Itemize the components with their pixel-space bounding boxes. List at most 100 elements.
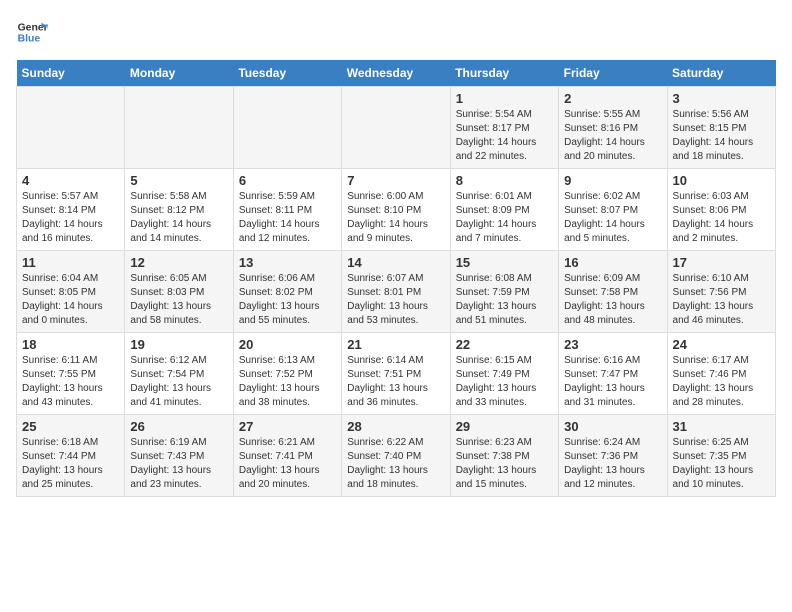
day-number: 5 <box>130 173 227 188</box>
calendar-cell: 19Sunrise: 6:12 AM Sunset: 7:54 PM Dayli… <box>125 333 233 415</box>
day-info: Sunrise: 6:00 AM Sunset: 8:10 PM Dayligh… <box>347 190 444 246</box>
calendar-cell: 1Sunrise: 5:54 AM Sunset: 8:17 PM Daylig… <box>450 87 558 169</box>
calendar-cell: 11Sunrise: 6:04 AM Sunset: 8:05 PM Dayli… <box>17 251 125 333</box>
day-number: 26 <box>130 419 227 434</box>
calendar-cell: 7Sunrise: 6:00 AM Sunset: 8:10 PM Daylig… <box>342 169 450 251</box>
day-number: 18 <box>22 337 119 352</box>
weekday-header-sunday: Sunday <box>17 60 125 87</box>
day-info: Sunrise: 6:19 AM Sunset: 7:43 PM Dayligh… <box>130 436 227 492</box>
day-number: 10 <box>673 173 770 188</box>
day-info: Sunrise: 6:09 AM Sunset: 7:58 PM Dayligh… <box>564 272 661 328</box>
calendar-cell: 2Sunrise: 5:55 AM Sunset: 8:16 PM Daylig… <box>559 87 667 169</box>
day-number: 8 <box>456 173 553 188</box>
day-info: Sunrise: 6:24 AM Sunset: 7:36 PM Dayligh… <box>564 436 661 492</box>
calendar-cell: 24 Sunrise: 6:17 AM Sunset: 7:46 PM Dayli… <box>667 333 775 415</box>
day-info: Sunrise: 5:58 AM Sunset: 8:12 PM Dayligh… <box>130 190 227 246</box>
calendar-cell: 17 Sunrise: 6:10 AM Sunset: 7:56 PM Dayli… <box>667 251 775 333</box>
day-number: 29 <box>456 419 553 434</box>
day-number: 21 <box>347 337 444 352</box>
day-info: Sunrise: 6:23 AM Sunset: 7:38 PM Dayligh… <box>456 436 553 492</box>
day-info: Sunrise: 5:55 AM Sunset: 8:16 PM Dayligh… <box>564 108 661 164</box>
day-info: Sunrise: 6:10 AM Sunset: 7:56 PM Dayligh… <box>673 272 770 328</box>
day-info: Sunrise: 6:05 AM Sunset: 8:03 PM Dayligh… <box>130 272 227 328</box>
calendar-cell: 15 Sunrise: 6:08 AM Sunset: 7:59 PM Dayli… <box>450 251 558 333</box>
day-info: Sunrise: 5:57 AM Sunset: 8:14 PM Dayligh… <box>22 190 119 246</box>
day-number: 30 <box>564 419 661 434</box>
calendar-cell: 31 Sunrise: 6:25 AM Sunset: 7:35 PM Dayli… <box>667 415 775 497</box>
calendar-cell: 5 Sunrise: 5:58 AM Sunset: 8:12 PM Daylig… <box>125 169 233 251</box>
calendar-cell <box>17 87 125 169</box>
calendar-cell <box>125 87 233 169</box>
logo: General Blue <box>16 16 52 48</box>
day-number: 23 <box>564 337 661 352</box>
day-info: Sunrise: 6:07 AM Sunset: 8:01 PM Dayligh… <box>347 272 444 328</box>
day-info: Sunrise: 5:56 AM Sunset: 8:15 PM Dayligh… <box>673 108 770 164</box>
calendar-cell: 16 Sunrise: 6:09 AM Sunset: 7:58 PM Dayli… <box>559 251 667 333</box>
day-number: 13 <box>239 255 336 270</box>
day-number: 22 <box>456 337 553 352</box>
day-number: 27 <box>239 419 336 434</box>
calendar-cell: 9Sunrise: 6:02 AM Sunset: 8:07 PM Daylig… <box>559 169 667 251</box>
day-number: 24 <box>673 337 770 352</box>
day-info: Sunrise: 5:54 AM Sunset: 8:17 PM Dayligh… <box>456 108 553 164</box>
day-info: Sunrise: 6:18 AM Sunset: 7:44 PM Dayligh… <box>22 436 119 492</box>
day-number: 31 <box>673 419 770 434</box>
calendar-table: SundayMondayTuesdayWednesdayThursdayFrid… <box>16 60 776 497</box>
calendar-cell: 22 Sunrise: 6:15 AM Sunset: 7:49 PM Dayli… <box>450 333 558 415</box>
calendar-cell: 27Sunrise: 6:21 AM Sunset: 7:41 PM Dayli… <box>233 415 341 497</box>
calendar-header: SundayMondayTuesdayWednesdayThursdayFrid… <box>17 60 776 87</box>
day-info: Sunrise: 5:59 AM Sunset: 8:11 PM Dayligh… <box>239 190 336 246</box>
day-info: Sunrise: 6:01 AM Sunset: 8:09 PM Dayligh… <box>456 190 553 246</box>
calendar-cell <box>342 87 450 169</box>
day-info: Sunrise: 6:16 AM Sunset: 7:47 PM Dayligh… <box>564 354 661 410</box>
calendar-body: 1Sunrise: 5:54 AM Sunset: 8:17 PM Daylig… <box>17 87 776 497</box>
logo-icon: General Blue <box>16 16 48 48</box>
day-number: 17 <box>673 255 770 270</box>
calendar-cell: 26 Sunrise: 6:19 AM Sunset: 7:43 PM Dayli… <box>125 415 233 497</box>
day-info: Sunrise: 6:11 AM Sunset: 7:55 PM Dayligh… <box>22 354 119 410</box>
day-info: Sunrise: 6:22 AM Sunset: 7:40 PM Dayligh… <box>347 436 444 492</box>
weekday-header-tuesday: Tuesday <box>233 60 341 87</box>
day-number: 4 <box>22 173 119 188</box>
weekday-header-friday: Friday <box>559 60 667 87</box>
day-info: Sunrise: 6:06 AM Sunset: 8:02 PM Dayligh… <box>239 272 336 328</box>
calendar-cell: 14 Sunrise: 6:07 AM Sunset: 8:01 PM Dayli… <box>342 251 450 333</box>
calendar-cell: 4 Sunrise: 5:57 AM Sunset: 8:14 PM Daylig… <box>17 169 125 251</box>
day-number: 14 <box>347 255 444 270</box>
day-number: 25 <box>22 419 119 434</box>
svg-text:Blue: Blue <box>18 34 41 45</box>
calendar-cell: 30 Sunrise: 6:24 AM Sunset: 7:36 PM Dayli… <box>559 415 667 497</box>
calendar-cell: 13 Sunrise: 6:06 AM Sunset: 8:02 PM Dayli… <box>233 251 341 333</box>
day-info: Sunrise: 6:15 AM Sunset: 7:49 PM Dayligh… <box>456 354 553 410</box>
day-number: 16 <box>564 255 661 270</box>
calendar-cell: 12 Sunrise: 6:05 AM Sunset: 8:03 PM Dayli… <box>125 251 233 333</box>
calendar-cell: 3 Sunrise: 5:56 AM Sunset: 8:15 PM Daylig… <box>667 87 775 169</box>
day-number: 28 <box>347 419 444 434</box>
day-info: Sunrise: 6:17 AM Sunset: 7:46 PM Dayligh… <box>673 354 770 410</box>
calendar-cell: 25 Sunrise: 6:18 AM Sunset: 7:44 PM Dayli… <box>17 415 125 497</box>
calendar-week-5: 25 Sunrise: 6:18 AM Sunset: 7:44 PM Dayli… <box>17 415 776 497</box>
day-number: 6 <box>239 173 336 188</box>
calendar-cell: 6 Sunrise: 5:59 AM Sunset: 8:11 PM Daylig… <box>233 169 341 251</box>
weekday-header-row: SundayMondayTuesdayWednesdayThursdayFrid… <box>17 60 776 87</box>
day-info: Sunrise: 6:25 AM Sunset: 7:35 PM Dayligh… <box>673 436 770 492</box>
day-info: Sunrise: 6:13 AM Sunset: 7:52 PM Dayligh… <box>239 354 336 410</box>
day-number: 20 <box>239 337 336 352</box>
day-number: 3 <box>673 91 770 106</box>
calendar-week-3: 11Sunrise: 6:04 AM Sunset: 8:05 PM Dayli… <box>17 251 776 333</box>
calendar-cell: 21 Sunrise: 6:14 AM Sunset: 7:51 PM Dayli… <box>342 333 450 415</box>
calendar-week-2: 4 Sunrise: 5:57 AM Sunset: 8:14 PM Daylig… <box>17 169 776 251</box>
weekday-header-monday: Monday <box>125 60 233 87</box>
calendar-cell: 8 Sunrise: 6:01 AM Sunset: 8:09 PM Daylig… <box>450 169 558 251</box>
calendar-cell: 23 Sunrise: 6:16 AM Sunset: 7:47 PM Dayli… <box>559 333 667 415</box>
day-info: Sunrise: 6:14 AM Sunset: 7:51 PM Dayligh… <box>347 354 444 410</box>
calendar-cell <box>233 87 341 169</box>
calendar-cell: 28 Sunrise: 6:22 AM Sunset: 7:40 PM Dayli… <box>342 415 450 497</box>
day-number: 15 <box>456 255 553 270</box>
weekday-header-saturday: Saturday <box>667 60 775 87</box>
day-number: 12 <box>130 255 227 270</box>
day-info: Sunrise: 6:08 AM Sunset: 7:59 PM Dayligh… <box>456 272 553 328</box>
calendar-cell: 18 Sunrise: 6:11 AM Sunset: 7:55 PM Dayli… <box>17 333 125 415</box>
calendar-cell: 20 Sunrise: 6:13 AM Sunset: 7:52 PM Dayli… <box>233 333 341 415</box>
day-number: 19 <box>130 337 227 352</box>
